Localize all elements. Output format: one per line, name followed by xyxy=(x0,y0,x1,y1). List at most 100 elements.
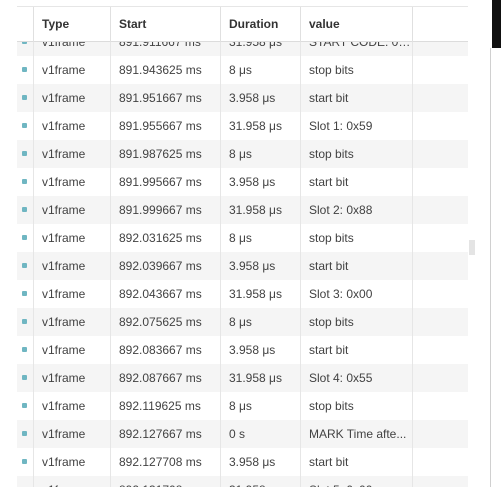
table-row[interactable]: v1frame 892.127708 ms 3.958 μs start bit xyxy=(17,448,468,476)
cell-duration: 0 s xyxy=(220,420,300,448)
table-header: Type Start Duration value xyxy=(17,6,468,42)
row-marker-icon xyxy=(22,123,27,128)
table-row[interactable]: v1frame 891.951667 ms 3.958 μs start bit xyxy=(17,84,468,112)
cell-duration: 8 μs xyxy=(220,140,300,168)
cell-start: 891.943625 ms xyxy=(110,56,220,84)
cell-duration: 3.958 μs xyxy=(220,252,300,280)
cell-type: v1frame xyxy=(33,224,110,252)
cell-value: start bit xyxy=(300,336,412,364)
cell-duration: 3.958 μs xyxy=(220,84,300,112)
cell-type: v1frame xyxy=(33,280,110,308)
cell-type: v1frame xyxy=(33,392,110,420)
cell-value: stop bits xyxy=(300,392,412,420)
column-header-duration[interactable]: Duration xyxy=(220,7,300,42)
table-row[interactable]: v1frame 891.955667 ms 31.958 μs Slot 1: 0x5… xyxy=(17,112,468,140)
cell-spacer xyxy=(412,392,468,420)
table-row[interactable]: v1frame 891.943625 ms 8 μs stop bits xyxy=(17,56,468,84)
table-row[interactable]: v1frame 892.087667 ms 31.958 μs Slot 4: 0x5… xyxy=(17,364,468,392)
cell-spacer xyxy=(412,224,468,252)
column-header-value[interactable]: value xyxy=(300,7,412,42)
cell-start: 892.127708 ms xyxy=(110,448,220,476)
table-row[interactable]: v1frame 892.075625 ms 8 μs stop bits xyxy=(17,308,468,336)
row-marker-icon xyxy=(22,95,27,100)
cell-spacer xyxy=(412,41,468,56)
cell-duration: 8 μs xyxy=(220,392,300,420)
vertical-scrollbar-thumb[interactable] xyxy=(469,240,475,255)
cell-type: v1frame xyxy=(33,364,110,392)
table-row[interactable]: v1frame 892.119625 ms 8 μs stop bits xyxy=(17,392,468,420)
cell-start: 891.987625 ms xyxy=(110,140,220,168)
table-row[interactable]: v1frame 891.987625 ms 8 μs stop bits xyxy=(17,140,468,168)
cell-duration: 3.958 μs xyxy=(220,336,300,364)
table-row[interactable]: v1frame 892.039667 ms 3.958 μs start bit xyxy=(17,252,468,280)
data-table-panel: Type Start Duration value v1frame 891.911… xyxy=(0,0,501,487)
row-marker-icon xyxy=(22,291,27,296)
cell-spacer xyxy=(412,56,468,84)
window-edge xyxy=(492,0,501,48)
cell-spacer xyxy=(412,448,468,476)
cell-spacer xyxy=(412,84,468,112)
cell-spacer xyxy=(412,420,468,448)
cell-type: v1frame xyxy=(33,308,110,336)
table-row[interactable]: v1frame 891.911667 ms 31.958 μs START CODE:… xyxy=(17,41,468,56)
row-marker-icon xyxy=(22,459,27,464)
column-header-start[interactable]: Start xyxy=(110,7,220,42)
cell-spacer xyxy=(412,140,468,168)
cell-type: v1frame xyxy=(33,84,110,112)
column-header-spacer xyxy=(412,7,468,42)
cell-type: v1frame xyxy=(33,336,110,364)
cell-start: 892.039667 ms xyxy=(110,252,220,280)
cell-type: v1frame xyxy=(33,112,110,140)
row-marker-icon xyxy=(22,67,27,72)
cell-value: start bit xyxy=(300,448,412,476)
table-row[interactable]: v1frame 892.031625 ms 8 μs stop bits xyxy=(17,224,468,252)
cell-start: 892.043667 ms xyxy=(110,280,220,308)
cell-duration: 31.958 μs xyxy=(220,196,300,224)
cell-value: Slot 1: 0x59 xyxy=(300,112,412,140)
cell-duration: 31.958 μs xyxy=(220,364,300,392)
cell-duration: 31.958 μs xyxy=(220,280,300,308)
row-marker-icon xyxy=(22,431,27,436)
table-row[interactable]: v1frame 892.127667 ms 0 s MARK Time afte... xyxy=(17,420,468,448)
cell-duration: 8 μs xyxy=(220,56,300,84)
table-row[interactable]: v1frame 892.083667 ms 3.958 μs start bit xyxy=(17,336,468,364)
panel-divider xyxy=(490,48,491,487)
cell-start: 891.911667 ms xyxy=(110,41,220,56)
cell-start: 892.119625 ms xyxy=(110,392,220,420)
cell-value: stop bits xyxy=(300,56,412,84)
cell-value: Slot 5: 0x00 xyxy=(300,476,412,487)
table-row[interactable]: v1frame 892.043667 ms 31.958 μs Slot 3: 0x0… xyxy=(17,280,468,308)
row-marker-icon xyxy=(22,347,27,352)
table-row[interactable]: v1frame 891.999667 ms 31.958 μs Slot 2: 0x8… xyxy=(17,196,468,224)
column-header-type[interactable]: Type xyxy=(33,7,110,42)
cell-start: 892.083667 ms xyxy=(110,336,220,364)
cell-start: 892.087667 ms xyxy=(110,364,220,392)
row-marker-icon xyxy=(22,403,27,408)
cell-spacer xyxy=(412,112,468,140)
cell-type: v1frame xyxy=(33,196,110,224)
table-row[interactable]: v1frame 891.995667 ms 3.958 μs start bit xyxy=(17,168,468,196)
cell-duration: 3.958 μs xyxy=(220,448,300,476)
table-row[interactable]: v1frame892.131708 ms31.958 μsSlot 5: 0x0… xyxy=(17,476,468,487)
cell-value: stop bits xyxy=(300,224,412,252)
cell-value: START CODE: 0x... xyxy=(300,41,412,56)
row-marker-icon xyxy=(22,263,27,268)
cell-type: v1frame xyxy=(33,140,110,168)
cell-start: 891.995667 ms xyxy=(110,168,220,196)
cell-type: v1frame xyxy=(33,476,110,487)
cell-spacer xyxy=(412,196,468,224)
row-marker-icon xyxy=(22,151,27,156)
cell-type: v1frame xyxy=(33,252,110,280)
cell-start: 891.955667 ms xyxy=(110,112,220,140)
cell-duration: 31.958 μs xyxy=(220,41,300,56)
cell-duration: 8 μs xyxy=(220,308,300,336)
cell-start: 892.075625 ms xyxy=(110,308,220,336)
cell-duration: 31.958 μs xyxy=(220,476,300,487)
table-body[interactable]: v1frame 891.911667 ms 31.958 μs START CODE:… xyxy=(17,41,468,487)
cell-start: 891.999667 ms xyxy=(110,196,220,224)
cell-start: 892.031625 ms xyxy=(110,224,220,252)
cell-start: 892.127667 ms xyxy=(110,420,220,448)
cell-type: v1frame xyxy=(33,168,110,196)
row-marker-icon xyxy=(22,235,27,240)
cell-spacer xyxy=(412,168,468,196)
